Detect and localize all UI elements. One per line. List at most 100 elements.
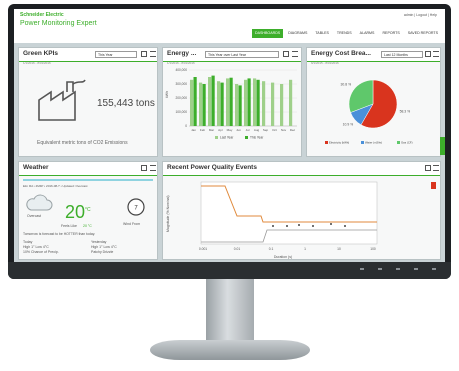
bar	[211, 75, 215, 126]
today-precip: 10% Chance of Precip.	[23, 250, 59, 254]
power-quality-panel: Recent Power Quality Events Magnitude (%…	[162, 161, 441, 260]
bar	[217, 81, 221, 126]
nav-alarms[interactable]: ALARMS	[357, 29, 378, 38]
x-tick-label: May	[227, 128, 233, 132]
panel-header: Energy Cost Brea... Last 12 Months	[307, 48, 440, 61]
x-tick-label: Feb	[200, 128, 206, 132]
weather-location: Elm Rd • 4M4P • 2016-08-? • Updated: Ove…	[23, 184, 88, 188]
maximize-icon[interactable]	[283, 51, 289, 57]
y-tick-label: 0	[185, 124, 187, 128]
date-range: 1/1/2016 - 8/31/2016	[23, 61, 51, 65]
slice-label: 30.8 %	[341, 82, 352, 86]
monitor-stand	[206, 279, 254, 343]
legend-swatch	[215, 136, 218, 139]
monitor-button[interactable]	[414, 268, 418, 270]
period-select[interactable]: This Year	[95, 51, 137, 58]
bar	[193, 77, 197, 126]
user-links[interactable]: admin | Logout | Help	[404, 13, 437, 17]
menu-icon[interactable]	[433, 51, 439, 57]
event-point	[312, 225, 314, 227]
weather-divider	[23, 179, 153, 181]
x-axis-label: Duration (s)	[274, 255, 292, 259]
panel-title: Energy Cost Brea...	[311, 50, 371, 57]
app-title: Power Monitoring Expert	[20, 20, 97, 27]
event-point	[286, 225, 288, 227]
menu-icon[interactable]	[292, 51, 298, 57]
x-tick-label: 0.1	[269, 247, 274, 251]
monitor-button[interactable]	[378, 268, 382, 270]
legend-label: Gas (CF)	[401, 141, 413, 145]
screen: Schneider Electric Power Monitoring Expe…	[14, 9, 445, 262]
period-select[interactable]: This Year over Last Year	[205, 51, 279, 58]
x-tick-label: Nov	[281, 128, 287, 132]
nav-diagrams[interactable]: DIAGRAMS	[285, 29, 310, 38]
nav-saved-reports[interactable]: SAVED REPORTS	[405, 29, 441, 38]
y-axis-label: kWh	[165, 91, 169, 98]
energy-cost-pie-chart: 58.3 % 10.9 % 30.8 % Electricity (kWh) Water…	[325, 79, 413, 145]
bar	[247, 78, 251, 126]
bar	[244, 79, 248, 126]
y-tick-label: 200,000	[175, 96, 187, 100]
maximize-icon[interactable]	[425, 165, 431, 171]
today-hilo: High 1° Low 4°C	[23, 245, 49, 249]
event-point	[298, 224, 300, 226]
monitor-bezel	[8, 262, 451, 279]
maximize-icon[interactable]	[141, 165, 147, 171]
yesterday-label: Yesterday	[91, 240, 107, 244]
legend-swatch	[325, 141, 328, 144]
bar	[271, 82, 275, 126]
co2-description: Equivalent metric tons of CO2 Emissions	[37, 140, 128, 146]
nav-tables[interactable]: TABLES	[312, 29, 332, 38]
bar	[238, 85, 242, 126]
monitor-button[interactable]	[396, 268, 400, 270]
x-tick-label: 100	[370, 247, 376, 251]
bar	[208, 77, 212, 126]
yesterday-hilo: High 1° Low 4°C	[91, 245, 117, 249]
monitor-base	[150, 340, 310, 360]
nav-trends[interactable]: TRENDS	[334, 29, 355, 38]
event-point	[344, 225, 346, 227]
cloud-icon	[26, 194, 53, 211]
slice-label: 58.3 %	[400, 110, 411, 114]
energy-cost-panel: Energy Cost Brea... Last 12 Months 9/1/2…	[306, 47, 441, 157]
side-scroll-tab[interactable]	[440, 137, 445, 155]
maximize-icon[interactable]	[425, 51, 431, 57]
event-point	[272, 225, 274, 227]
wind-label: Wind From	[123, 222, 141, 226]
menu-icon[interactable]	[433, 165, 439, 171]
menu-icon[interactable]	[150, 165, 156, 171]
feels-like-label: Feels Like	[61, 224, 77, 228]
panel-header: Recent Power Quality Events	[163, 162, 440, 175]
x-tick-label: Apr	[218, 128, 223, 132]
x-tick-label: Jul	[246, 128, 250, 132]
weather-condition: Overcast	[27, 214, 42, 218]
today-label: Today	[23, 240, 33, 244]
menu-icon[interactable]	[150, 51, 156, 57]
x-tick-label: 0.01	[234, 247, 241, 251]
legend-swatch	[361, 141, 364, 144]
legend-label: This Year	[250, 136, 264, 140]
bar	[202, 84, 206, 126]
legend-label: Electricity (kWh)	[329, 141, 349, 145]
monitor-button[interactable]	[360, 268, 364, 270]
maximize-icon[interactable]	[141, 51, 147, 57]
bar	[190, 79, 194, 126]
x-tick-label: Jun	[236, 128, 241, 132]
alarm-flag-icon	[431, 182, 436, 189]
green-kpis-panel: Green KPIs This Year 1/1/2016 - 8/31/201…	[18, 47, 158, 157]
header-accent	[19, 175, 157, 176]
slice-label: 10.9 %	[343, 122, 354, 126]
power-button[interactable]	[432, 268, 436, 270]
wind-compass-icon: 7	[127, 198, 145, 216]
y-tick-label: 400,000	[175, 68, 187, 72]
period-select[interactable]: Last 12 Months	[381, 51, 423, 58]
energy-bar-chart: 400,000300,000200,000100,0000kWhJan Feb Ma…	[165, 68, 297, 140]
x-tick-label: 10	[337, 247, 341, 251]
brand-logo: Schneider Electric	[20, 12, 64, 18]
nav-reports[interactable]: REPORTS	[379, 29, 402, 38]
bar	[226, 78, 230, 126]
nav-dashboards[interactable]: DASHBOARDS	[252, 29, 284, 38]
bar	[280, 84, 284, 126]
x-tick-label: 1	[304, 247, 306, 251]
temperature-value: 20	[65, 202, 86, 222]
